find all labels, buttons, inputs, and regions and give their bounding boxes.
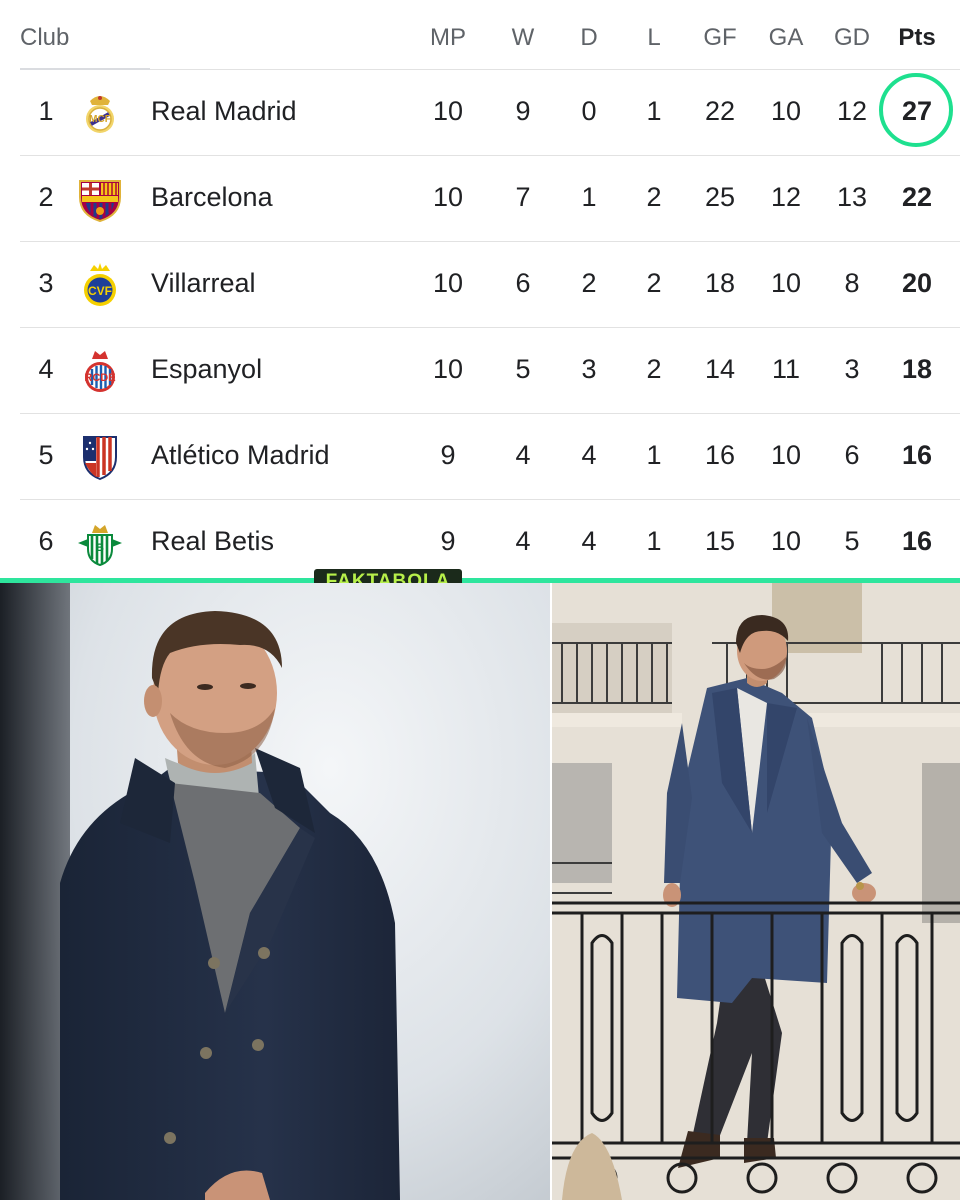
column-header-gd: GD (834, 24, 870, 51)
row-position: 2 (38, 182, 54, 212)
stat-gf: 22 (704, 96, 736, 126)
stat-d: 3 (581, 354, 597, 384)
stat-gd: 8 (844, 268, 860, 298)
stat-ga: 11 (771, 354, 801, 384)
stat-d: 1 (581, 182, 597, 212)
stat-pts: 22 (901, 182, 933, 212)
svg-text:RCDE: RCDE (84, 372, 115, 384)
stat-w: 4 (515, 440, 531, 470)
club-name[interactable]: Atlético Madrid (151, 440, 330, 471)
stat-mp: 9 (440, 526, 456, 556)
stat-pts: 16 (901, 526, 933, 556)
row-position: 6 (38, 526, 54, 556)
row-position: 3 (38, 268, 54, 298)
stat-w: 4 (515, 526, 531, 556)
stat-gd: 3 (844, 354, 860, 384)
barcelona-crest-icon (79, 180, 121, 223)
stat-ga: 12 (770, 182, 802, 212)
stat-mp: 10 (432, 182, 464, 212)
stat-ga: 10 (770, 96, 802, 126)
stat-gf: 15 (704, 526, 736, 556)
espanyol-crest-icon: RCDE (84, 351, 116, 392)
column-header-pts: Pts (898, 24, 936, 51)
table-row[interactable]: 1 MCF Real Madrid 10 9 0 1 22 10 12 27 (0, 70, 960, 156)
stat-gf: 16 (704, 440, 736, 470)
atletico-madrid-crest-icon (83, 436, 117, 481)
stat-mp: 10 (432, 268, 464, 298)
stat-gf: 25 (704, 182, 736, 212)
stat-w: 5 (515, 354, 531, 384)
stat-pts: 20 (901, 268, 933, 298)
stat-ga: 10 (770, 268, 802, 298)
stat-pts: 16 (901, 440, 933, 470)
row-position: 4 (38, 354, 54, 384)
stat-l: 1 (646, 526, 662, 556)
stat-gd: 12 (836, 96, 868, 126)
column-header-mp: MP (430, 24, 466, 51)
standings-table: Club MP W D L GF GA GD Pts 1 MCF Real Ma… (0, 0, 960, 578)
stat-d: 4 (581, 526, 597, 556)
stat-gf: 14 (704, 354, 736, 384)
photo-balcony-man (552, 583, 960, 1200)
club-name[interactable]: Espanyol (151, 354, 262, 385)
club-name[interactable]: Real Madrid (151, 96, 297, 127)
table-header: Club MP W D L GF GA GD Pts (0, 0, 960, 70)
stat-l: 1 (646, 96, 662, 126)
column-header-ga: GA (768, 24, 804, 51)
table-row[interactable]: 2 Barcelona 10 7 1 2 25 12 13 22 (0, 156, 960, 242)
svg-text:MCF: MCF (89, 114, 111, 125)
stat-mp: 10 (432, 96, 464, 126)
stat-pts: 18 (901, 354, 933, 384)
photo-seated-man (0, 583, 550, 1200)
stat-l: 2 (646, 182, 662, 212)
stat-ga: 10 (770, 526, 802, 556)
stat-mp: 10 (432, 354, 464, 384)
table-row[interactable]: 5 Atlético Madrid 9 4 4 1 16 10 6 16 (0, 414, 960, 500)
stat-l: 2 (646, 354, 662, 384)
stat-mp: 9 (440, 440, 456, 470)
stat-d: 4 (581, 440, 597, 470)
column-header-gf: GF (703, 24, 737, 51)
svg-text:B: B (96, 542, 104, 554)
stat-gd: 5 (844, 526, 860, 556)
column-header-club: Club (20, 24, 70, 51)
row-position: 5 (38, 440, 54, 470)
highlight-circle (879, 73, 953, 147)
stat-w: 9 (515, 96, 531, 126)
stat-l: 1 (646, 440, 662, 470)
row-position: 1 (38, 96, 54, 126)
stat-ga: 10 (770, 440, 802, 470)
table-row[interactable]: 3 CVF Villarreal 10 6 2 2 18 10 8 20 (0, 242, 960, 328)
club-name[interactable]: Barcelona (151, 182, 273, 213)
table-row[interactable]: 6 B Real Betis 9 4 4 1 15 10 5 16 (0, 500, 960, 586)
stat-gf: 18 (704, 268, 736, 298)
stat-w: 7 (515, 182, 531, 212)
stat-gd: 6 (844, 440, 860, 470)
stat-d: 0 (581, 96, 597, 126)
club-name[interactable]: Villarreal (151, 268, 256, 299)
stat-d: 2 (581, 268, 597, 298)
column-header-d: D (580, 24, 598, 51)
stat-l: 2 (646, 268, 662, 298)
villarreal-crest-icon: CVF (84, 263, 116, 306)
column-header-l: L (647, 24, 661, 51)
stat-gd: 13 (836, 182, 868, 212)
stat-w: 6 (515, 268, 531, 298)
seated-man-illustration (0, 583, 400, 1200)
table-row[interactable]: 4 RCDE Espanyol 10 5 3 2 14 11 3 18 (0, 328, 960, 414)
svg-text:CVF: CVF (88, 284, 112, 298)
real-betis-crest-icon: B (78, 525, 122, 567)
column-header-w: W (511, 24, 535, 51)
club-name[interactable]: Real Betis (151, 526, 274, 557)
balcony-man-illustration (552, 583, 960, 1200)
real-madrid-crest-icon: MCF (86, 96, 114, 133)
